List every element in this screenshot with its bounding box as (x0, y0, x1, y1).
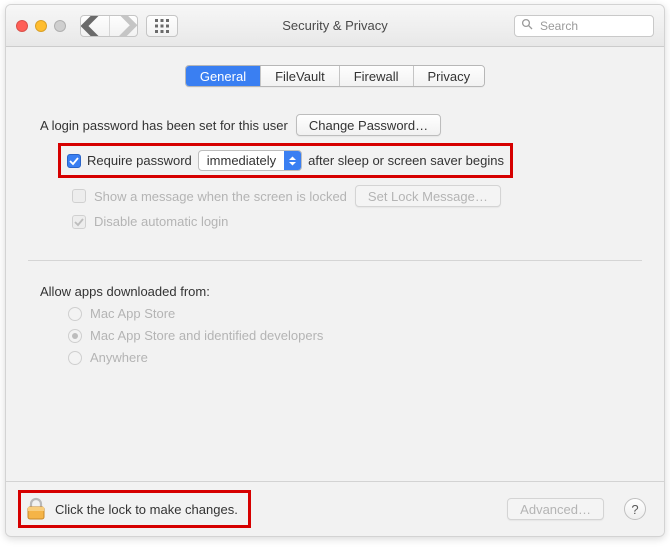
change-password-button[interactable]: Change Password… (296, 114, 441, 136)
window-controls (16, 20, 66, 32)
search-icon (521, 18, 533, 33)
stepper-arrows-icon (284, 151, 301, 170)
advanced-button[interactable]: Advanced… (507, 498, 604, 520)
highlight-lock: Click the lock to make changes. (18, 490, 251, 528)
gatekeeper-identified-label: Mac App Store and identified developers (90, 328, 323, 343)
gatekeeper-store-radio (68, 307, 82, 321)
gatekeeper-anywhere-label: Anywhere (90, 350, 148, 365)
gatekeeper-store-label: Mac App Store (90, 306, 175, 321)
preferences-window: Security & Privacy General FileVault Fir… (5, 4, 665, 537)
disable-auto-login-checkbox (72, 215, 86, 229)
tab-general[interactable]: General (186, 66, 260, 86)
back-button[interactable] (81, 16, 109, 36)
require-password-label-prefix: Require password (87, 153, 192, 168)
require-password-delay-value: immediately (199, 153, 284, 168)
require-password-delay-select[interactable]: immediately (198, 150, 302, 171)
show-lock-message-label: Show a message when the screen is locked (94, 189, 347, 204)
section-divider (28, 260, 642, 261)
disable-auto-login-label: Disable automatic login (94, 214, 228, 229)
lock-text: Click the lock to make changes. (55, 502, 238, 517)
titlebar: Security & Privacy (6, 5, 664, 47)
nav-back-forward (80, 15, 138, 37)
require-password-checkbox[interactable] (67, 154, 81, 168)
tab-firewall[interactable]: Firewall (339, 66, 413, 86)
search-field[interactable] (514, 15, 654, 37)
lock-icon[interactable] (25, 497, 47, 521)
login-password-set-label: A login password has been set for this u… (40, 118, 288, 133)
highlight-require-password: Require password immediately after sleep… (58, 143, 513, 178)
tab-privacy[interactable]: Privacy (413, 66, 485, 86)
tab-bar: General FileVault Firewall Privacy (28, 65, 642, 87)
gatekeeper-anywhere-radio (68, 351, 82, 365)
gatekeeper-header: Allow apps downloaded from: (40, 284, 210, 299)
footer-bar: Click the lock to make changes. Advanced… (6, 481, 664, 536)
require-password-label-suffix: after sleep or screen saver begins (308, 153, 504, 168)
help-button[interactable]: ? (624, 498, 646, 520)
set-lock-message-button: Set Lock Message… (355, 185, 501, 207)
search-input[interactable] (538, 18, 647, 34)
show-all-button[interactable] (146, 15, 178, 37)
content-area: General FileVault Firewall Privacy A log… (6, 47, 664, 481)
forward-button[interactable] (109, 16, 137, 36)
close-window-button[interactable] (16, 20, 28, 32)
gatekeeper-identified-radio (68, 329, 82, 343)
login-password-section: A login password has been set for this u… (28, 107, 642, 236)
minimize-window-button[interactable] (35, 20, 47, 32)
show-lock-message-checkbox (72, 189, 86, 203)
tab-filevault[interactable]: FileVault (260, 66, 339, 86)
gatekeeper-section: Allow apps downloaded from: Mac App Stor… (28, 277, 642, 372)
zoom-window-button[interactable] (54, 20, 66, 32)
